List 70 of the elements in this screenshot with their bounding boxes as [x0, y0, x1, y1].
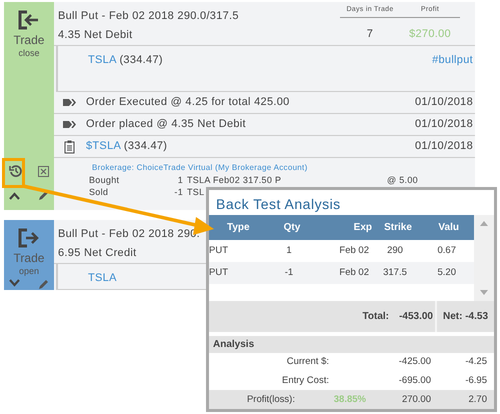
event-date: 01/10/2018 [414, 139, 473, 154]
table-cell-text: 290 [386, 244, 404, 258]
analysis-per-share: -4.25 [464, 355, 487, 370]
table-cell-text: 5.20 [436, 266, 456, 280]
trade-price: 4.35 Net Debit [58, 28, 133, 42]
tag-link[interactable]: #bullput [432, 52, 473, 91]
analysis-per-share: 2.70 [468, 392, 487, 407]
clipboard-icon [63, 140, 76, 154]
event-text: Order placed @ 4.35 Net Debit [86, 117, 247, 132]
trade-label: Trade [14, 252, 44, 264]
leg-qty: 1 [176, 174, 183, 186]
event-date: 01/10/2018 [414, 95, 473, 110]
leg-description: TSL [187, 186, 206, 198]
analysis-total: -695.00 [398, 374, 431, 388]
analysis-total: 270.00 [400, 392, 431, 407]
pencil-icon[interactable] [38, 190, 49, 201]
trade-label: Trade [14, 34, 44, 46]
leg-qty: -1 [173, 186, 183, 198]
enter-icon [18, 10, 40, 30]
scroll-up-icon[interactable] [480, 221, 488, 226]
leg-action: Bought [89, 174, 120, 186]
column-header: Type [226, 221, 251, 236]
chevron-up-icon[interactable] [9, 192, 20, 200]
scrollbar[interactable] [474, 215, 494, 302]
column-header: Qty [282, 221, 302, 236]
leg-description: TSLA Feb02 317.50 P [187, 174, 282, 186]
pencil-icon[interactable] [38, 279, 49, 290]
trade-title: Bull Put - Feb 02 2018 290.0/317.5 [58, 9, 239, 24]
table-cell-text: -1 [284, 266, 294, 280]
event-text: Order Executed @ 4.25 for total 425.00 [86, 95, 291, 110]
column-header: Strike [383, 221, 413, 236]
profit-percent: 38.85% [332, 392, 366, 407]
exit-icon [18, 228, 40, 248]
brokerage-text: Brokerage: ChoiceTrade Virtual (My Brokerage Account) [92, 162, 309, 174]
scroll-down-icon[interactable] [480, 290, 488, 296]
trade-price: 6.95 Net Credit [58, 246, 136, 260]
popup-title: Back Test Analysis [215, 195, 342, 214]
event-text: $TSLA (334.47) [86, 139, 168, 154]
column-header: Valu [437, 221, 459, 236]
stat-value: 7 [366, 26, 374, 42]
table-cell-text: 1 [285, 244, 293, 258]
total-value: -453.00 [392, 301, 437, 332]
symbol-text: TSLA (334.47) [88, 53, 163, 68]
trade-status: close [18, 49, 40, 58]
history-icon[interactable] [9, 164, 23, 178]
table-cell-text: PUT [209, 266, 229, 280]
analysis-per-share: -6.95 [464, 374, 487, 388]
chevron-down-icon[interactable] [9, 279, 20, 287]
leg-action: Sold [89, 186, 110, 198]
stat-value: $270.00 [409, 26, 451, 42]
column-header: Exp [352, 221, 372, 236]
table-cell-text: PUT [209, 244, 229, 258]
table-cell-text: 0.67 [436, 244, 456, 258]
symbol-text: TSLA [88, 271, 117, 286]
analysis-total: -425.00 [398, 355, 431, 370]
table-cell-text: Feb 02 [338, 244, 369, 258]
trade-status: open [18, 267, 40, 276]
analysis-title: Analysis [209, 336, 494, 354]
close-icon[interactable] [38, 166, 49, 176]
tag-icon [63, 99, 76, 106]
table-cell-text: 317.5 [382, 266, 408, 280]
net-value: Net: -4.53 [442, 310, 489, 324]
leg-price: @ 5.00 [387, 174, 418, 186]
analysis-label: Entry Cost: [281, 374, 329, 388]
tag-icon [63, 121, 76, 128]
total-label: Total: [362, 310, 390, 324]
event-date: 01/10/2018 [414, 117, 473, 132]
analysis-label: Current $: [286, 355, 329, 370]
table-cell-text: Feb 02 [338, 266, 369, 280]
analysis-label: Profit(loss): [246, 392, 295, 407]
